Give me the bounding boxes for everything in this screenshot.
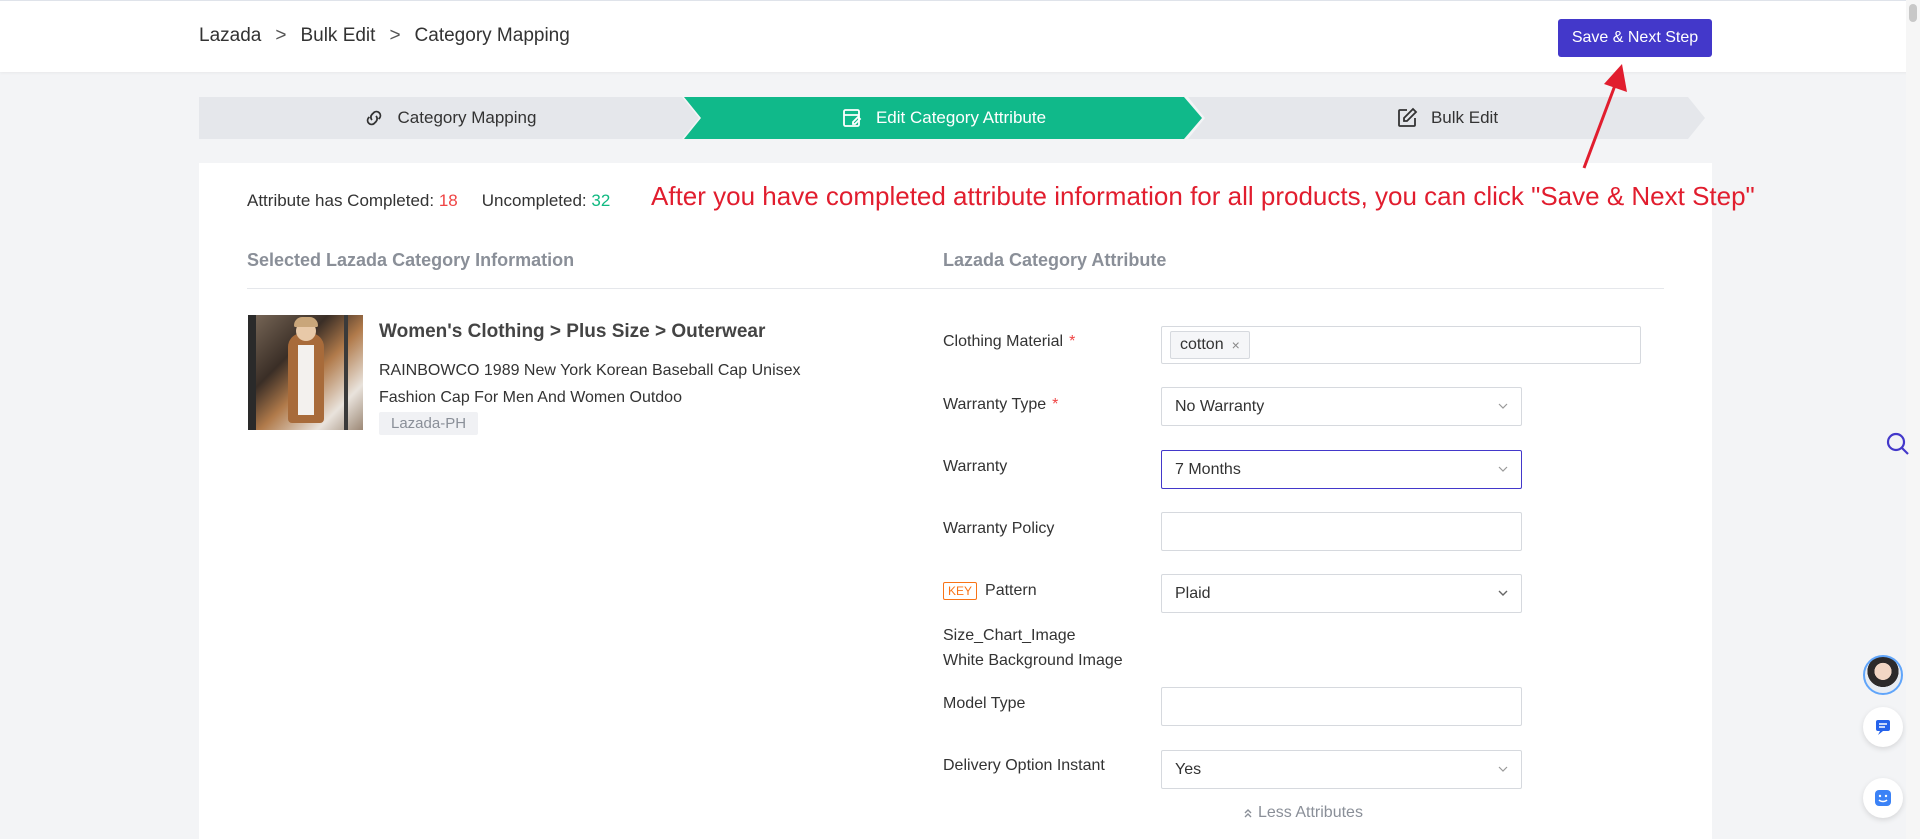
warranty-type-select[interactable]: No Warranty (1161, 387, 1522, 426)
breadcrumb-item-lazada[interactable]: Lazada (199, 25, 261, 47)
completion-counts: Attribute has Completed: 18 Uncompleted:… (247, 191, 610, 211)
selected-chip: cotton × (1170, 331, 1250, 359)
uncompleted-value: 32 (591, 191, 611, 210)
breadcrumb-item-category-mapping: Category Mapping (414, 25, 570, 46)
attr-label-pattern: KEY Pattern (943, 582, 1037, 600)
chat-button[interactable] (1863, 707, 1903, 747)
attr-label-delivery-option-instant: Delivery Option Instant (943, 757, 1105, 775)
smile-icon (1875, 790, 1891, 806)
category-path: Women's Clothing > Plus Size > Outerwear (379, 321, 766, 342)
select-value: Plaid (1175, 584, 1211, 602)
attr-label-model-type: Model Type (943, 695, 1025, 713)
warranty-policy-input[interactable] (1161, 512, 1522, 551)
search-icon[interactable] (1884, 430, 1912, 458)
delivery-option-instant-select[interactable]: Yes (1161, 750, 1522, 789)
product-image (248, 315, 363, 430)
annotation-text: After you have completed attribute infor… (651, 181, 1755, 211)
model-type-input[interactable] (1161, 687, 1522, 726)
edit-list-icon (843, 109, 862, 127)
completed-label: Attribute has Completed: (247, 191, 435, 210)
uncompleted-label: Uncompleted: (481, 191, 587, 210)
warranty-select[interactable]: 7 Months (1161, 450, 1522, 489)
step-edit-category-attribute[interactable]: Edit Category Attribute (684, 97, 1202, 139)
step-label: Bulk Edit (1430, 108, 1499, 127)
required-mark: * (1052, 396, 1059, 413)
step-progress: Category Mapping Edit Category Attribute… (199, 97, 1705, 139)
main-panel: Attribute has Completed: 18 Uncompleted:… (199, 163, 1755, 839)
breadcrumb-item-bulk-edit[interactable]: Bulk Edit (300, 25, 375, 47)
chevron-down-icon (1498, 466, 1508, 472)
link-icon (366, 110, 381, 126)
chevron-down-icon (1498, 766, 1508, 772)
attr-label-text: Warranty (943, 458, 1008, 475)
support-avatar[interactable] (1863, 655, 1903, 695)
attr-label-size-chart-image: Size_Chart_Image (943, 627, 1076, 645)
less-attributes-link[interactable]: Less Attributes (1242, 804, 1363, 822)
product-name: RAINBOWCO 1989 New York Korean Baseball … (379, 362, 801, 406)
uncompleted-count: Uncompleted: 32 (482, 191, 611, 211)
attr-label-text: Pattern (985, 582, 1037, 599)
attr-label-text: Warranty Type (943, 396, 1047, 413)
attr-label-text: White Background Image (943, 652, 1123, 669)
attr-label-text: Clothing Material (943, 333, 1064, 350)
key-badge: KEY (943, 582, 978, 600)
divider (247, 288, 1664, 289)
less-attributes-label: Less Attributes (1258, 804, 1363, 821)
attr-label-warranty-type: Warranty Type * (943, 396, 1058, 414)
completed-value: 18 (438, 191, 458, 210)
required-mark: * (1069, 333, 1076, 350)
scrollbar[interactable] (1906, 0, 1920, 839)
attr-label-warranty-policy: Warranty Policy (943, 520, 1054, 538)
attr-label-text: Warranty Policy (943, 520, 1055, 537)
attr-label-text: Model Type (943, 695, 1026, 712)
save-next-step-button[interactable]: Save & Next Step (1558, 19, 1712, 57)
select-value: No Warranty (1175, 397, 1265, 415)
breadcrumb-separator: > (275, 25, 287, 46)
attr-label-text: Delivery Option Instant (943, 757, 1105, 774)
step-bulk-edit[interactable]: Bulk Edit (1188, 97, 1705, 139)
pattern-select[interactable]: Plaid (1161, 574, 1522, 613)
step-label: Edit Category Attribute (875, 108, 1047, 127)
step-label: Category Mapping (397, 108, 537, 127)
attr-label-white-background-image: White Background Image (943, 652, 1123, 670)
feedback-button[interactable] (1863, 778, 1903, 818)
select-value: 7 Months (1175, 460, 1241, 478)
attr-label-warranty: Warranty (943, 458, 1007, 476)
double-chevron-up-icon (1244, 809, 1252, 818)
chevron-down-icon (1498, 403, 1508, 409)
scrollbar-thumb[interactable] (1909, 4, 1917, 22)
breadcrumb: Lazada > Bulk Edit > Category Mapping (199, 25, 570, 47)
chevron-down-icon (1498, 590, 1508, 596)
chat-icon (1876, 720, 1890, 735)
completed-count: Attribute has Completed: 18 (247, 191, 458, 211)
select-value: Yes (1175, 760, 1202, 778)
attr-label-clothing-material: Clothing Material * (943, 333, 1075, 351)
clothing-material-multiselect[interactable]: cotton × (1161, 326, 1641, 364)
category-attribute-title: Lazada Category Attribute (943, 250, 1167, 270)
breadcrumb-separator: > (389, 25, 401, 46)
attr-label-text: Size_Chart_Image (943, 627, 1076, 644)
platform-tag: Lazada-PH (379, 412, 479, 435)
step-category-mapping[interactable]: Category Mapping (199, 97, 699, 139)
top-bar: Lazada > Bulk Edit > Category Mapping Sa… (0, 0, 1920, 72)
selected-category-title: Selected Lazada Category Information (247, 250, 575, 270)
chip-remove-icon[interactable]: × (1232, 337, 1240, 353)
edit-pen-icon (1398, 107, 1418, 127)
chip-label: cotton (1180, 336, 1224, 353)
